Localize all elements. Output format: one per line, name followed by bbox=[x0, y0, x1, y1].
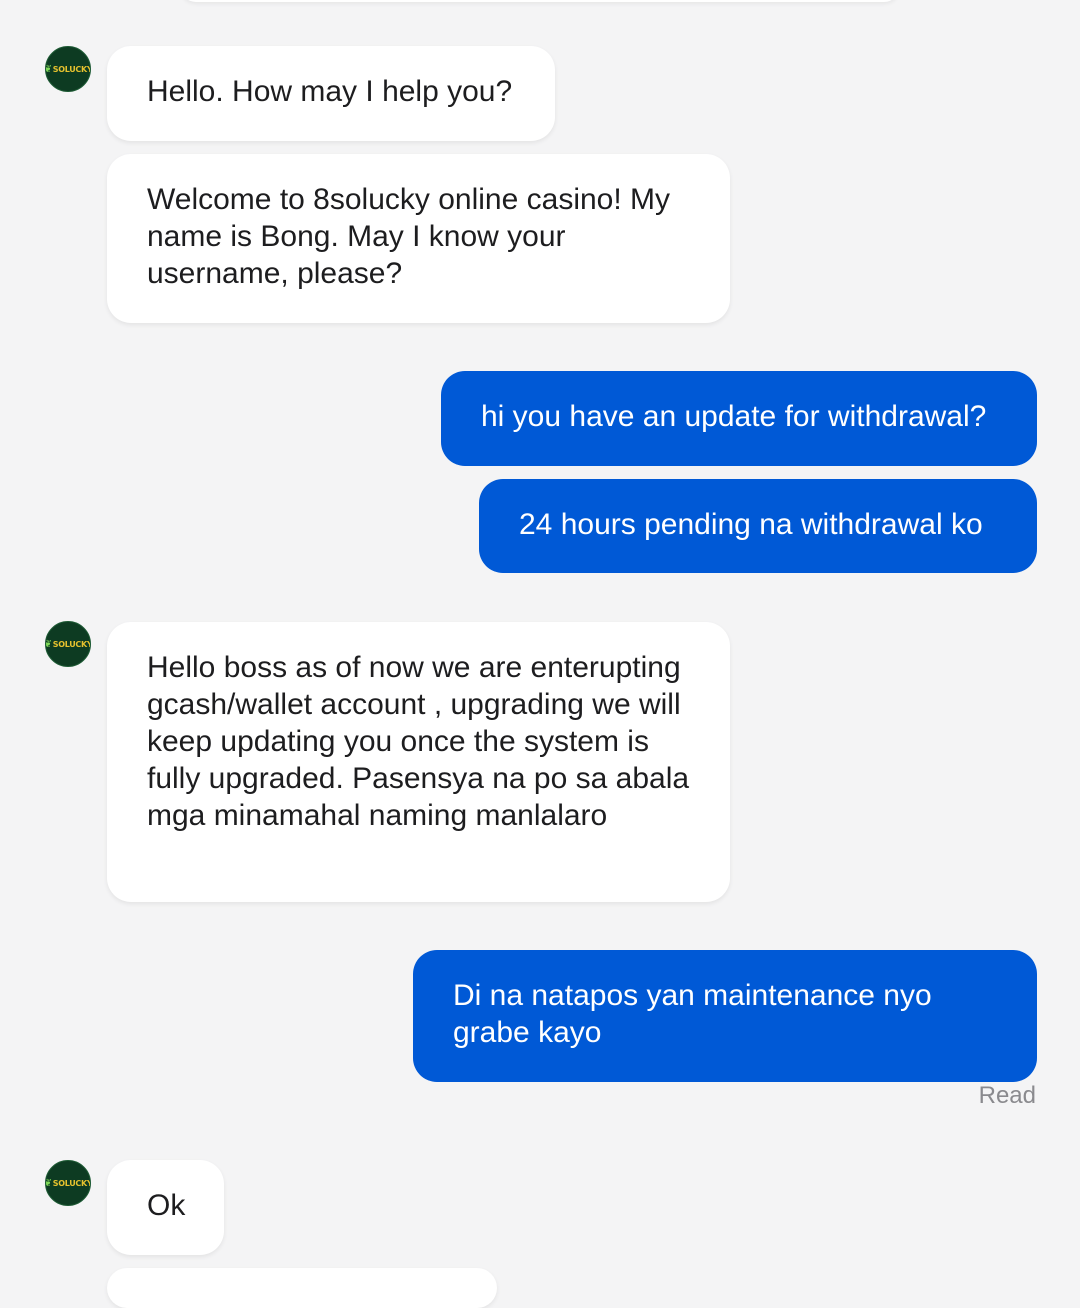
agent-avatar[interactable]: ❦SOLUCKY bbox=[45, 46, 91, 92]
message-text: Ok bbox=[147, 1189, 186, 1222]
message-text: Hello boss as of now we are enterupting … bbox=[147, 651, 690, 832]
agent-message-bubble-partial[interactable] bbox=[107, 1268, 497, 1308]
previous-message-bubble bbox=[180, 0, 900, 2]
solucky-logo-icon: ❦SOLUCKY bbox=[46, 1178, 91, 1189]
message-text: Di na natapos yan maintenance nyo grabe … bbox=[453, 979, 932, 1049]
solucky-logo-icon: ❦SOLUCKY bbox=[46, 64, 91, 75]
agent-message-bubble[interactable]: Hello. How may I help you? bbox=[107, 46, 555, 141]
user-message-bubble[interactable]: 24 hours pending na withdrawal ko bbox=[479, 479, 1037, 573]
message-text: Welcome to 8solucky online casino! My na… bbox=[147, 183, 671, 290]
message-text: Hello. How may I help you? bbox=[147, 75, 513, 108]
user-message-bubble[interactable]: Di na natapos yan maintenance nyo grabe … bbox=[413, 950, 1037, 1082]
solucky-logo-icon: ❦SOLUCKY bbox=[46, 639, 91, 650]
agent-message-bubble[interactable]: Ok bbox=[107, 1160, 224, 1255]
message-text: 24 hours pending na withdrawal ko bbox=[519, 508, 983, 541]
agent-message-bubble[interactable]: Hello boss as of now we are enterupting … bbox=[107, 622, 730, 902]
message-text: hi you have an update for withdrawal? bbox=[481, 400, 987, 433]
read-status: Read bbox=[978, 1082, 1036, 1109]
agent-avatar[interactable]: ❦SOLUCKY bbox=[45, 621, 91, 667]
agent-avatar[interactable]: ❦SOLUCKY bbox=[45, 1160, 91, 1206]
agent-message-bubble[interactable]: Welcome to 8solucky online casino! My na… bbox=[107, 154, 730, 323]
user-message-bubble[interactable]: hi you have an update for withdrawal? bbox=[441, 371, 1037, 466]
